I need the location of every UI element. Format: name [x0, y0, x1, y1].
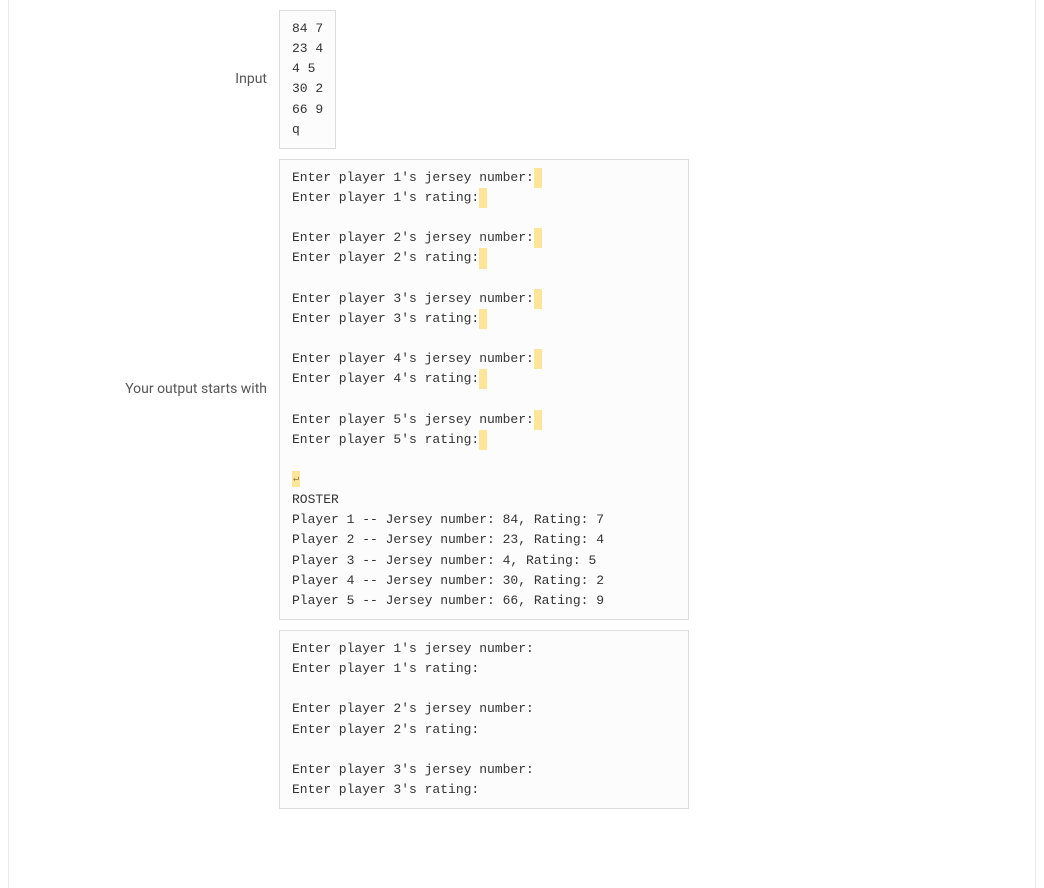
output-plain-content: Enter player 1's jersey number: Enter pl… — [279, 630, 689, 809]
output-label: Your output starts with — [9, 159, 279, 620]
input-content: 84 7 23 4 4 5 30 2 66 9 q — [279, 10, 336, 149]
input-label: Input — [9, 10, 279, 149]
output-content: Enter player 1's jersey number: Enter pl… — [279, 159, 689, 620]
output-plain-label — [9, 630, 279, 809]
newline-icon — [292, 471, 300, 487]
input-code-box: 84 7 23 4 4 5 30 2 66 9 q — [279, 10, 336, 149]
content-wrapper: Input 84 7 23 4 4 5 30 2 66 9 q Your out… — [8, 0, 1036, 888]
output-plain-row: Enter player 1's jersey number: Enter pl… — [9, 630, 1035, 809]
input-row: Input 84 7 23 4 4 5 30 2 66 9 q — [9, 10, 1035, 149]
page-container: Input 84 7 23 4 4 5 30 2 66 9 q Your out… — [0, 0, 1044, 888]
output-row: Your output starts with Enter player 1's… — [9, 159, 1035, 620]
output-plain-box: Enter player 1's jersey number: Enter pl… — [279, 630, 689, 809]
output-highlighted-box: Enter player 1's jersey number: Enter pl… — [279, 159, 689, 620]
